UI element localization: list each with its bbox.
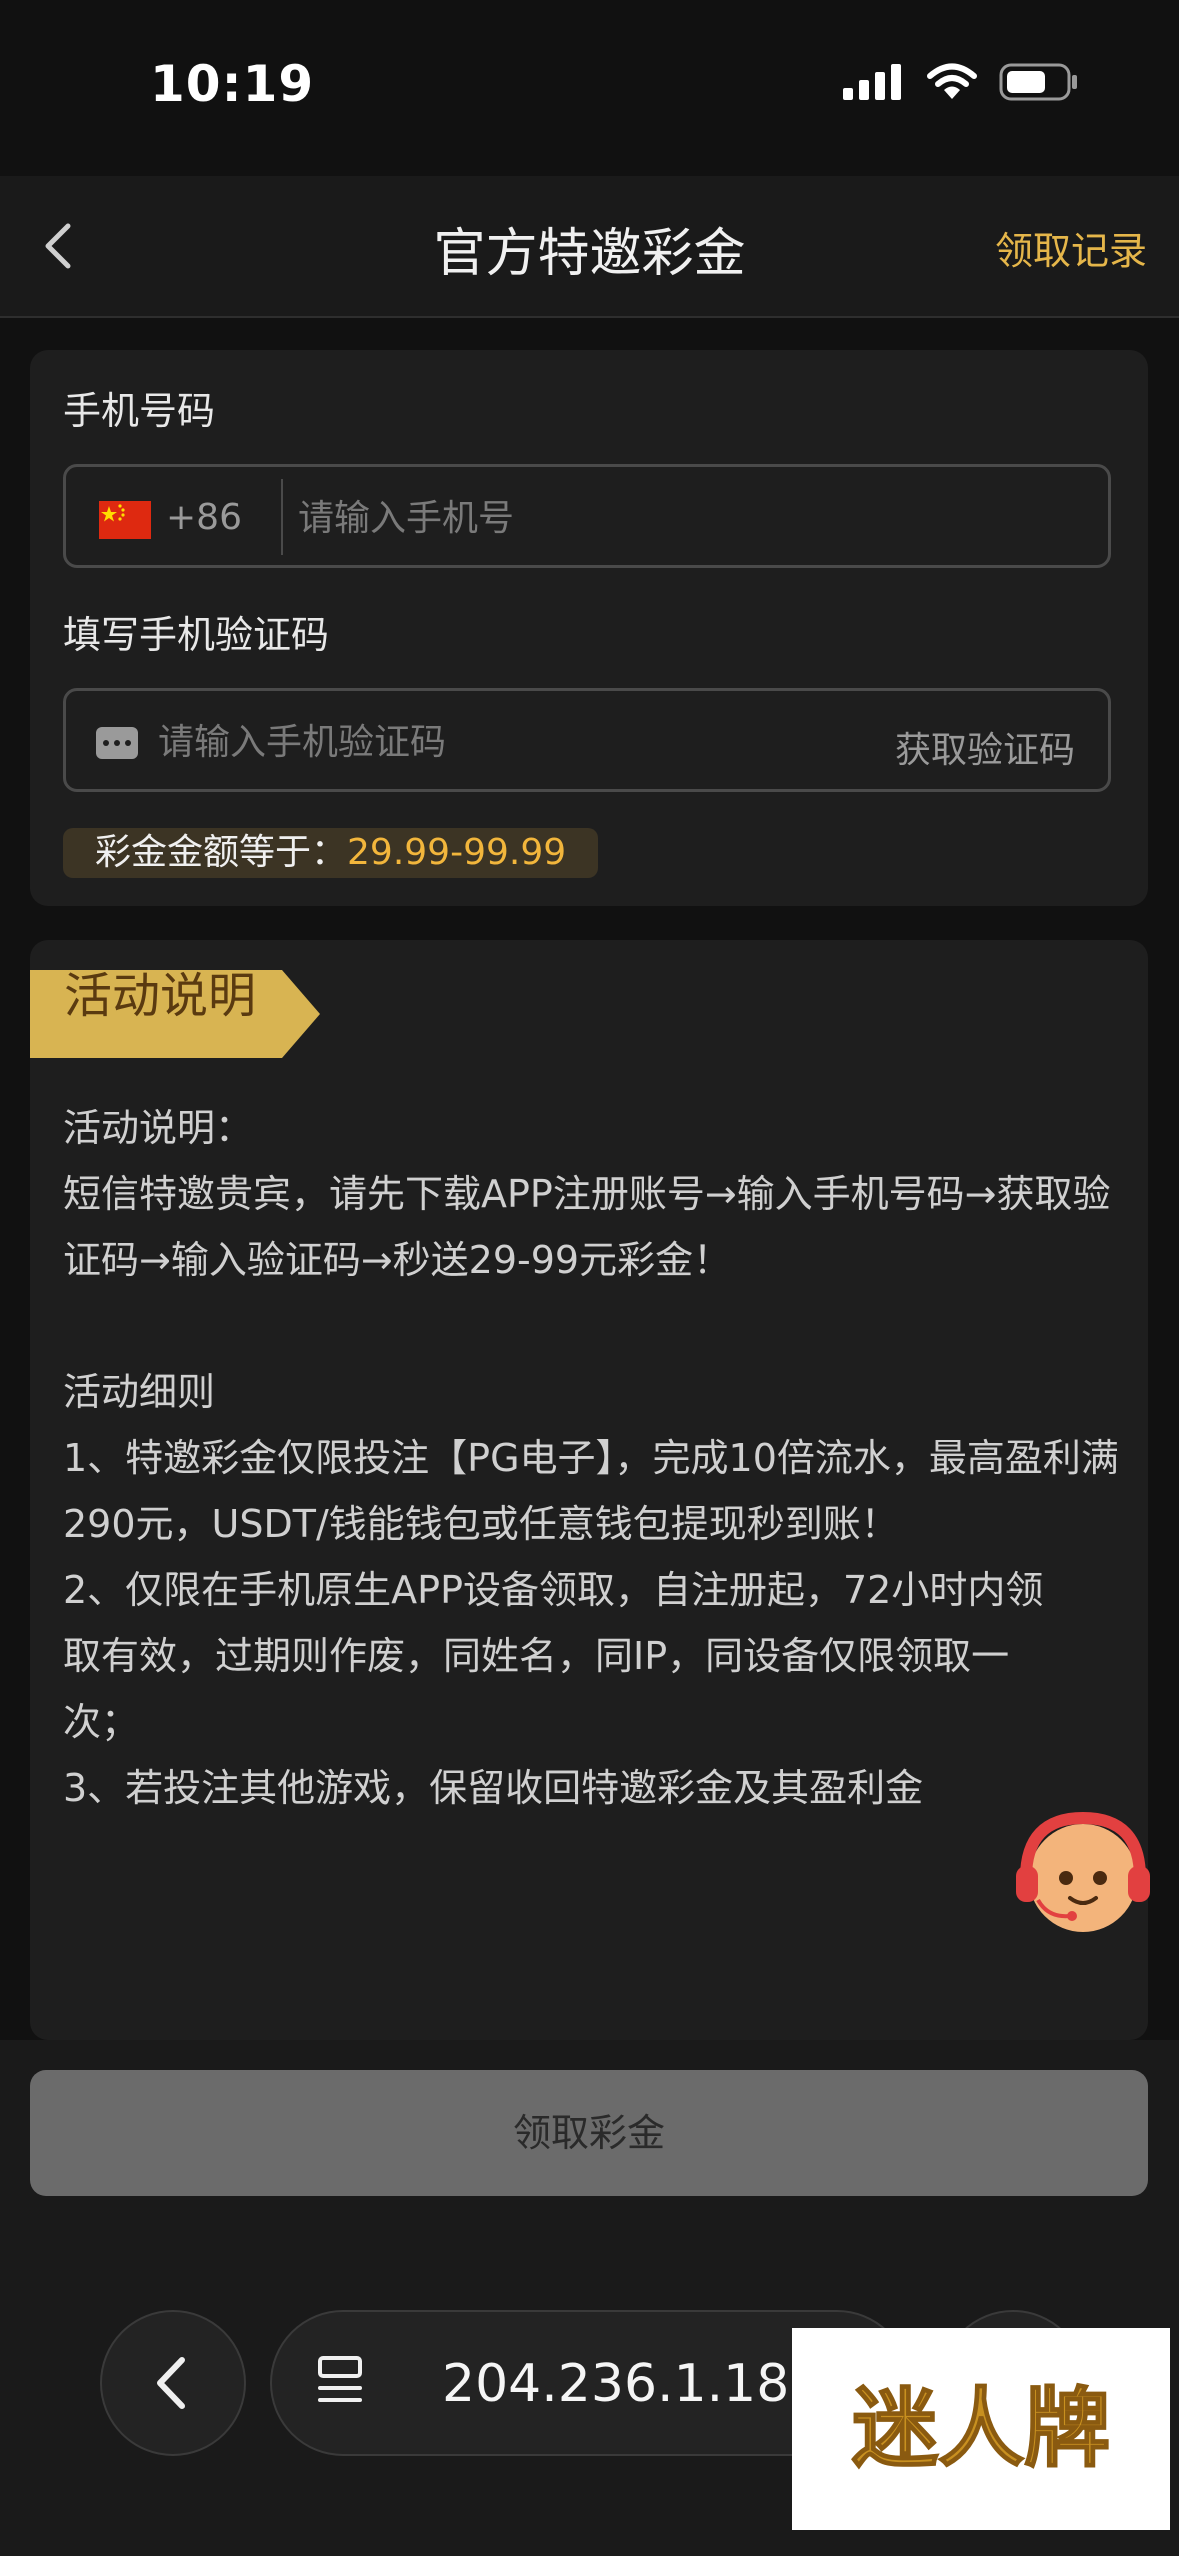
activity-description-text: 活动说明： 短信特邀贵宾，请先下载APP注册账号→输入手机号码→获取验证码→输入…	[63, 1106, 1119, 1810]
watermark-logo-graphic: 迷人牌	[851, 2378, 1111, 2480]
get-code-button[interactable]: 获取验证码	[895, 721, 1075, 773]
activity-description-card: 活动说明 活动说明： 短信特邀贵宾，请先下载APP注册账号→输入手机号码→获取验…	[30, 940, 1148, 2040]
watermark-logo: 迷人牌	[792, 2328, 1170, 2530]
claim-form-card: 手机号码 +86 填写手机验证码 获取验证码 彩金金额等于：29.99-99.9…	[30, 350, 1148, 906]
message-dots-icon	[96, 727, 138, 759]
battery-icon	[999, 63, 1077, 101]
verification-code-field[interactable]: 获取验证码	[63, 688, 1111, 792]
status-icons	[843, 62, 1079, 102]
ribbon-title: 活动说明	[64, 968, 257, 1024]
verification-code-input[interactable]	[156, 699, 840, 785]
bonus-amount-value: 29.99-99.99	[347, 832, 567, 873]
bonus-amount-label: 彩金金额等于：	[95, 832, 348, 873]
bonus-amount-badge: 彩金金额等于：29.99-99.99	[63, 828, 599, 878]
phone-label: 手机号码	[63, 389, 216, 433]
claim-bonus-button[interactable]: 领取彩金	[30, 2070, 1148, 2196]
page-menu-icon[interactable]	[312, 2352, 372, 2412]
status-bar: 10:19	[0, 0, 1179, 176]
back-chevron-icon	[157, 2357, 185, 2409]
phone-input[interactable]	[296, 475, 1080, 561]
status-time: 10:19	[150, 55, 315, 113]
country-code[interactable]: +86	[166, 497, 242, 538]
cellular-signal-icon	[843, 64, 901, 100]
navbar: 官方特邀彩金 领取记录	[0, 176, 1179, 318]
browser-back-button[interactable]	[100, 2310, 246, 2456]
verification-code-label: 填写手机验证码	[63, 613, 330, 657]
customer-support-icon[interactable]	[1008, 1800, 1158, 1950]
china-flag-icon[interactable]	[99, 501, 151, 539]
wifi-icon	[927, 63, 977, 99]
url-text[interactable]: 204.236.1.18	[442, 2354, 789, 2414]
field-divider	[281, 479, 283, 555]
svg-text:迷人牌: 迷人牌	[852, 2379, 1110, 2479]
claim-record-link[interactable]: 领取记录	[995, 220, 1147, 275]
phone-field[interactable]: +86	[63, 464, 1111, 568]
